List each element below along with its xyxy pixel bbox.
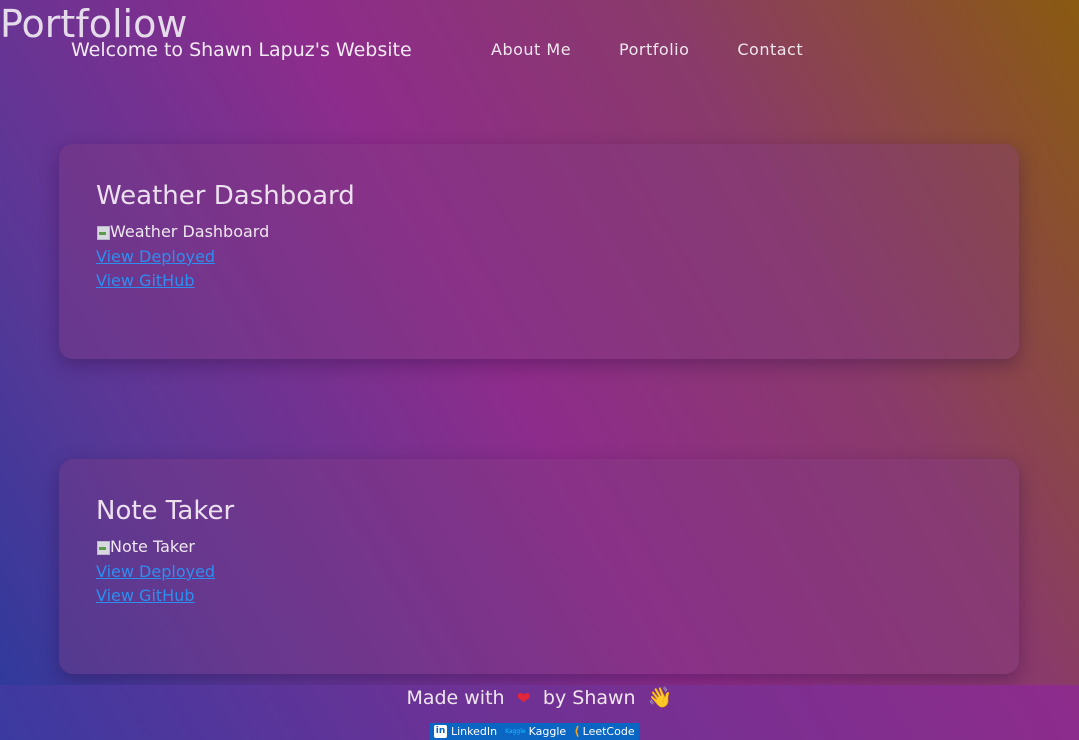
waving-hand-icon: 👋 [647, 685, 673, 709]
view-github-link[interactable]: View GitHub [96, 586, 195, 606]
leetcode-label: LeetCode [582, 725, 635, 738]
project-image: Weather Dashboard [96, 222, 269, 242]
kaggle-icon: Kaggle [505, 728, 526, 735]
made-with-suffix: by Shawn [542, 687, 636, 709]
view-deployed-link[interactable]: View Deployed [96, 562, 215, 582]
linkedin-link[interactable]: in LinkedIn [434, 723, 497, 740]
project-image: Note Taker [96, 537, 195, 557]
made-with-text: Made with ❤ by Shawn 👋 [0, 685, 1079, 711]
project-card-note-taker: Note Taker Note Taker View Deployed View… [59, 459, 1019, 674]
nav-about-me[interactable]: About Me [491, 40, 571, 60]
view-github-link[interactable]: View GitHub [96, 271, 195, 291]
project-image-alt: Weather Dashboard [110, 222, 270, 241]
kaggle-label: Kaggle [528, 725, 567, 738]
social-links: in LinkedIn Kaggle Kaggle ⟨ LeetCode [430, 723, 639, 740]
welcome-title: Welcome to Shawn Lapuz's Website [71, 39, 412, 61]
nav-portfolio[interactable]: Portfolio [619, 40, 689, 60]
leetcode-link[interactable]: ⟨ LeetCode [574, 723, 634, 740]
kaggle-link[interactable]: Kaggle Kaggle [505, 723, 566, 740]
project-image-alt: Note Taker [110, 537, 196, 556]
project-title: Weather Dashboard [96, 181, 355, 211]
broken-image-icon [96, 224, 110, 240]
heart-icon: ❤ [516, 689, 531, 709]
project-title: Note Taker [96, 496, 235, 526]
project-card-weather-dashboard: Weather Dashboard Weather Dashboard View… [59, 144, 1019, 359]
linkedin-icon: in [434, 725, 447, 738]
leetcode-icon: ⟨ [574, 724, 580, 738]
broken-image-icon [96, 539, 110, 555]
nav-contact[interactable]: Contact [737, 40, 803, 60]
view-deployed-link[interactable]: View Deployed [96, 247, 215, 267]
made-with-prefix: Made with [406, 687, 505, 709]
linkedin-label: LinkedIn [451, 725, 498, 738]
main-nav: About Me Portfolio Contact [491, 40, 851, 60]
